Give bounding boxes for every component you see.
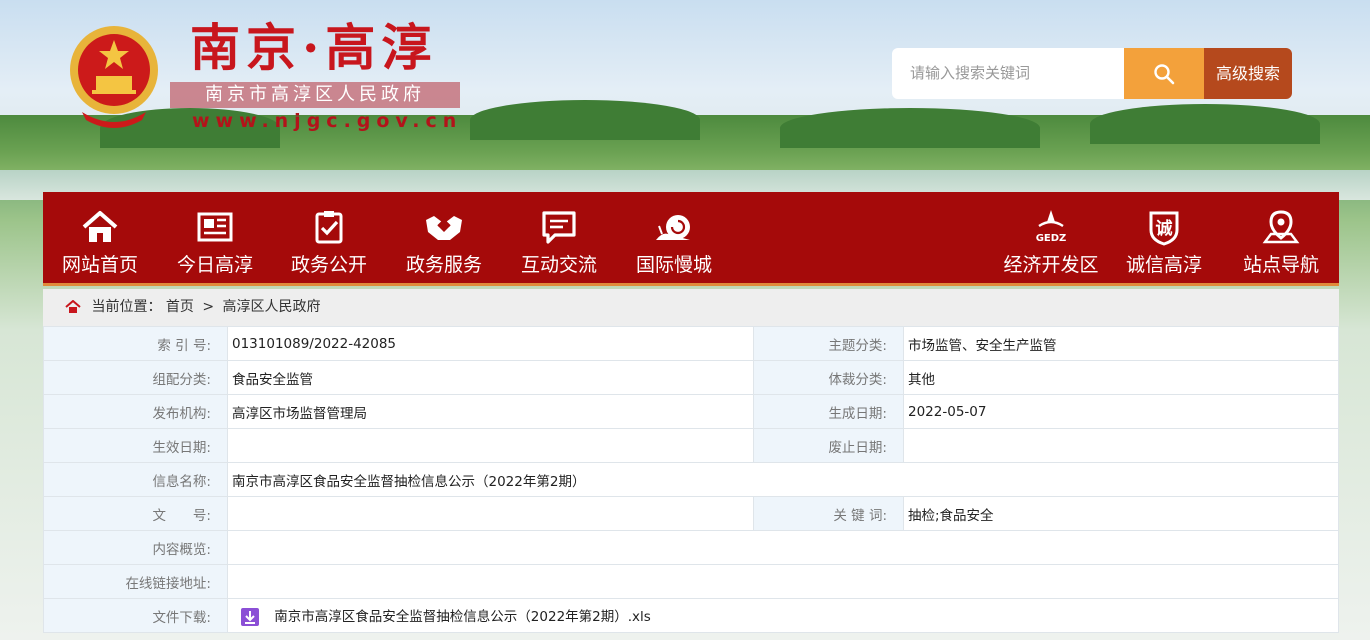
search-icon <box>1154 63 1175 84</box>
online-link-value <box>227 564 1339 599</box>
advanced-search-button[interactable]: 高级搜索 <box>1204 48 1292 99</box>
nav-label: 今日高淳 <box>176 254 253 276</box>
handshake-icon <box>426 216 462 240</box>
keywords-value: 抽检;食品安全 <box>903 496 1339 531</box>
summary-label: 内容概览: <box>43 530 228 565</box>
summary-value <box>227 530 1339 565</box>
table-row: 发布机构: 高淳区市场监督管理局 生成日期: 2022-05-07 <box>43 394 1339 429</box>
tree-cluster <box>470 100 700 140</box>
nav-label: 站点导航 <box>1242 254 1319 276</box>
location-pin-icon <box>1262 210 1300 244</box>
site-subtitle: 南京市高淳区人民政府 <box>170 82 460 108</box>
table-row: 内容概览: <box>43 530 1339 565</box>
site-url: www.njgc.gov.cn <box>192 110 463 132</box>
newspaper-icon <box>197 212 233 242</box>
breadcrumb-separator: > <box>202 299 215 315</box>
tree-cluster <box>1090 104 1320 144</box>
table-row: 生效日期: 废止日期: <box>43 428 1339 463</box>
home-icon <box>82 211 118 242</box>
download-file-link[interactable]: 南京市高淳区食品安全监督抽检信息公示（2022年第2期）.xls <box>274 609 651 625</box>
info-name-value: 南京市高淳区食品安全监督抽检信息公示（2022年第2期） <box>227 462 1339 497</box>
created-date-label: 生成日期: <box>753 394 904 429</box>
nav-item-gov-open[interactable]: 政务公开 <box>274 192 384 286</box>
search-button[interactable] <box>1124 48 1204 99</box>
nav-item-integrity[interactable]: 诚 诚信高淳 <box>1109 192 1219 286</box>
gedz-icon: GEDZ <box>1036 210 1067 244</box>
home-small-icon <box>65 300 81 313</box>
publisher-value: 高淳区市场监督管理局 <box>227 394 754 429</box>
nav-item-dev-zone[interactable]: GEDZ 经济开发区 <box>996 192 1106 286</box>
table-row: 信息名称: 南京市高淳区食品安全监督抽检信息公示（2022年第2期） <box>43 462 1339 497</box>
tree-cluster <box>780 108 1040 148</box>
download-icon[interactable] <box>240 607 260 627</box>
index-value: 013101089/2022-42085 <box>227 326 754 361</box>
table-row: 在线链接地址: <box>43 564 1339 599</box>
main-nav: 网站首页 今日高淳 政务公开 政务服务 互动交流 国际慢城 GEDZ 经济开发区… <box>43 192 1339 286</box>
abolish-date-value <box>903 428 1339 463</box>
publisher-label: 发布机构: <box>43 394 228 429</box>
integrity-text: 诚 <box>1156 218 1173 239</box>
table-row: 文件下载: 南京市高淳区食品安全监督抽检信息公示（2022年第2期）.xls <box>43 598 1339 633</box>
nav-item-home[interactable]: 网站首页 <box>45 192 155 286</box>
nav-label: 国际慢城 <box>635 254 712 276</box>
chat-icon <box>542 211 576 244</box>
breadcrumb: 当前位置： 首页 > 高淳区人民政府 <box>43 289 1339 326</box>
keywords-label: 关 键 词: <box>753 496 904 531</box>
online-link-label: 在线链接地址: <box>43 564 228 599</box>
table-row: 组配分类: 食品安全监管 体裁分类: 其他 <box>43 360 1339 395</box>
doc-number-label: 文 号: <box>43 496 228 531</box>
info-name-label: 信息名称: <box>43 462 228 497</box>
search-input[interactable]: 请输入搜索关键词 <box>892 48 1124 99</box>
clipboard-check-icon <box>315 211 343 244</box>
integrity-shield-icon: 诚 <box>1149 211 1179 246</box>
effective-date-value <box>227 428 754 463</box>
breadcrumb-current-link[interactable]: 高淳区人民政府 <box>223 299 321 315</box>
gedz-text: GEDZ <box>1036 233 1067 244</box>
topic-label: 主题分类: <box>753 326 904 361</box>
table-row: 文 号: 关 键 词: 抽检;食品安全 <box>43 496 1339 531</box>
nav-item-interaction[interactable]: 互动交流 <box>504 192 614 286</box>
org-category-value: 食品安全监管 <box>227 360 754 395</box>
nav-item-slow-city[interactable]: 国际慢城 <box>619 192 729 286</box>
topic-value: 市场监管、安全生产监管 <box>903 326 1339 361</box>
site-title: 南京·高淳 <box>190 18 438 77</box>
org-category-label: 组配分类: <box>43 360 228 395</box>
metadata-table: 索 引 号: 013101089/2022-42085 主题分类: 市场监管、安… <box>43 326 1339 633</box>
created-date-value: 2022-05-07 <box>903 394 1339 429</box>
nav-label: 经济开发区 <box>1003 254 1099 276</box>
table-row: 索 引 号: 013101089/2022-42085 主题分类: 市场监管、安… <box>43 326 1339 361</box>
nav-label: 政务公开 <box>290 254 367 276</box>
genre-label: 体裁分类: <box>753 360 904 395</box>
nav-item-sitemap[interactable]: 站点导航 <box>1226 192 1336 286</box>
nav-label: 网站首页 <box>61 254 138 276</box>
nav-label: 互动交流 <box>520 254 597 276</box>
snail-icon <box>656 215 690 240</box>
nav-label: 政务服务 <box>405 254 482 276</box>
abolish-date-label: 废止日期: <box>753 428 904 463</box>
download-label: 文件下载: <box>43 598 228 633</box>
national-emblem-icon <box>70 26 158 128</box>
download-cell: 南京市高淳区食品安全监督抽检信息公示（2022年第2期）.xls <box>227 598 1339 633</box>
effective-date-label: 生效日期: <box>43 428 228 463</box>
doc-number-value <box>227 496 754 531</box>
nav-item-today[interactable]: 今日高淳 <box>160 192 270 286</box>
index-label: 索 引 号: <box>43 326 228 361</box>
breadcrumb-prefix: 当前位置： <box>91 299 162 315</box>
genre-value: 其他 <box>903 360 1339 395</box>
nav-label: 诚信高淳 <box>1125 254 1202 276</box>
breadcrumb-home-link[interactable]: 首页 <box>166 299 194 315</box>
nav-item-gov-service[interactable]: 政务服务 <box>389 192 499 286</box>
